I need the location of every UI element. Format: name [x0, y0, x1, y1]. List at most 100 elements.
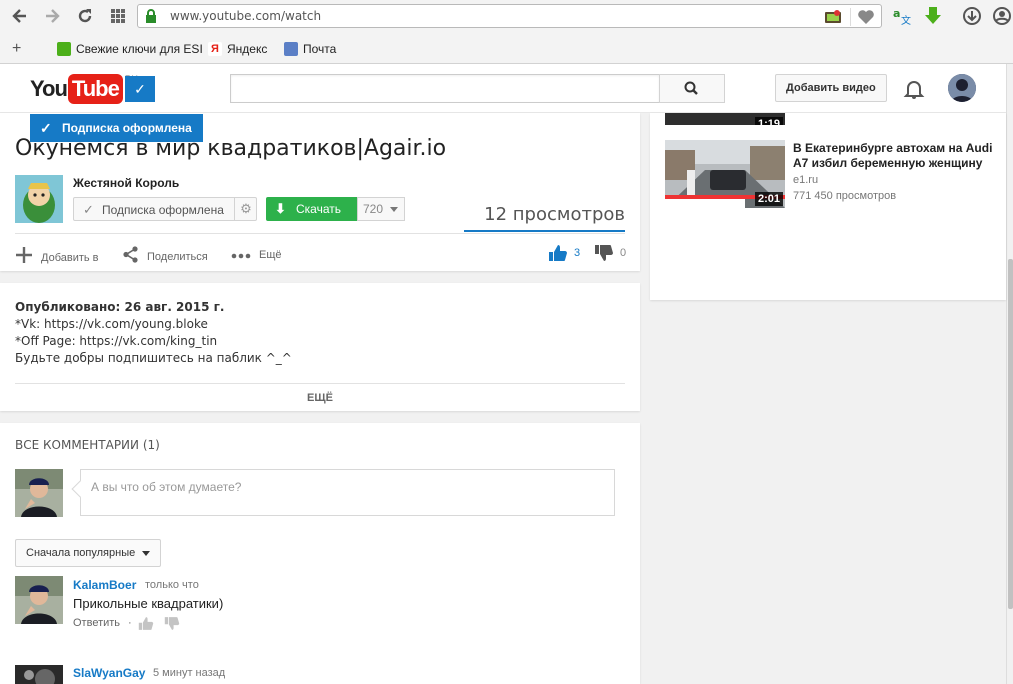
- thumbs-down-icon: [595, 245, 613, 261]
- download-button[interactable]: ⬇ Скачать: [266, 197, 357, 221]
- add-to-label: Добавить в: [41, 251, 99, 264]
- comment-placeholder: А вы что об этом думаете?: [91, 480, 242, 494]
- subscription-confirmed-tooltip: ✓ Подписка оформлена: [30, 114, 203, 142]
- like-count: 3: [574, 247, 581, 259]
- search-input[interactable]: [230, 74, 660, 103]
- current-user-avatar: [15, 469, 63, 517]
- plus-icon: [15, 246, 33, 269]
- related-video-thumbnail[interactable]: 2:01: [665, 140, 785, 208]
- bookmark-yandex[interactable]: Я Яндекс: [208, 41, 267, 57]
- related-video-views: 771 450 просмотров: [793, 190, 897, 202]
- comment-time[interactable]: только что: [145, 579, 199, 591]
- channel-avatar[interactable]: [15, 175, 63, 223]
- translate-icon[interactable]: a文: [892, 6, 912, 27]
- share-icon: [122, 246, 139, 268]
- dislike-button[interactable]: 0: [594, 244, 626, 262]
- chevron-down-icon: [142, 551, 150, 556]
- reload-icon[interactable]: [75, 6, 95, 26]
- bookmark-label: Почта: [303, 42, 337, 56]
- comment-author[interactable]: SlaWyanGay: [73, 666, 145, 680]
- video-description: Опубликовано: 26 авг. 2015 г. *Vk: https…: [15, 299, 292, 367]
- scrollbar-thumb[interactable]: [1008, 259, 1013, 609]
- related-video-channel[interactable]: e1.ru: [793, 174, 818, 186]
- sort-label: Сначала популярные: [26, 547, 136, 559]
- back-arrow-icon[interactable]: [10, 6, 30, 26]
- related-video-title[interactable]: В Екатеринбурге автохам на Audi A7 избил…: [793, 141, 998, 171]
- mail-favicon-icon: [284, 42, 298, 56]
- divider: [15, 233, 625, 234]
- forward-arrow-icon[interactable]: [42, 6, 62, 26]
- related-video-thumbnail[interactable]: 1:19: [665, 113, 785, 125]
- thumbs-down-icon[interactable]: [164, 616, 180, 634]
- bell-icon[interactable]: [903, 78, 925, 100]
- comment-author[interactable]: KalamBoer: [73, 578, 136, 592]
- bookmarks-bar: + Свежие ключи для ESI Я Яндекс Почта: [0, 33, 1013, 64]
- chevron-down-icon: [390, 207, 398, 212]
- quality-select[interactable]: 720: [357, 197, 405, 221]
- bookmark-mail[interactable]: Почта: [284, 41, 336, 57]
- tv-extension-icon[interactable]: [824, 8, 842, 26]
- search-button[interactable]: [659, 74, 725, 103]
- logo-tube-text: Tube: [67, 74, 123, 104]
- separator-dot: ·: [128, 617, 132, 629]
- comments-heading: ВСЕ КОММЕНТАРИИ (1): [15, 438, 160, 452]
- like-button[interactable]: 3: [548, 244, 580, 262]
- description-line: *Vk: https://vk.com/young.bloke: [15, 317, 208, 331]
- more-actions-button[interactable]: Ещё: [231, 246, 282, 264]
- page-scrollbar[interactable]: [1006, 64, 1013, 684]
- search-icon: [684, 81, 698, 95]
- channel-name[interactable]: Жестяной Король: [73, 176, 179, 190]
- account-icon[interactable]: [992, 6, 1012, 26]
- add-to-button[interactable]: Добавить в: [15, 246, 99, 269]
- download-arrow-icon: ⬇: [275, 201, 286, 216]
- address-bar[interactable]: www.youtube.com/watch: [137, 4, 882, 28]
- show-more-button[interactable]: ЕЩЁ: [0, 392, 640, 404]
- youtube-masthead: You Tube RU ✓ Добавить видео: [0, 64, 1006, 113]
- esi-favicon-icon: [57, 42, 71, 56]
- subscribed-label: Подписка оформлена: [102, 203, 224, 217]
- browser-toolbar: www.youtube.com/watch a文: [0, 0, 1013, 33]
- sort-comments-dropdown[interactable]: Сначала популярные: [15, 539, 161, 567]
- description-line: Будьте добры подпишитесь на паблик ^_^: [15, 351, 292, 365]
- download-manager-icon[interactable]: [962, 6, 982, 26]
- thumbs-up-icon: [549, 245, 567, 261]
- checkmark-icon: ✓: [40, 120, 52, 136]
- quality-value: 720: [363, 202, 384, 216]
- add-bookmark-icon[interactable]: +: [12, 40, 21, 57]
- add-video-button[interactable]: Добавить видео: [775, 74, 887, 102]
- url-text: www.youtube.com/watch: [170, 9, 322, 23]
- svg-text:文: 文: [901, 14, 911, 26]
- gear-icon[interactable]: ⚙: [234, 198, 257, 220]
- subscribed-button[interactable]: ✓ Подписка оформлена ⚙: [73, 197, 257, 221]
- user-avatar[interactable]: [948, 74, 976, 102]
- description-line: *Off Page: https://vk.com/king_tin: [15, 334, 218, 348]
- publish-date: Опубликовано: 26 авг. 2015 г.: [15, 300, 225, 314]
- svg-text:a: a: [893, 7, 900, 20]
- download-arrow-icon[interactable]: [923, 6, 943, 26]
- youtube-logo[interactable]: You Tube RU: [30, 74, 138, 104]
- more-label: Ещё: [259, 249, 282, 261]
- view-count: 12 просмотров: [484, 204, 625, 225]
- thumbs-up-icon[interactable]: [138, 616, 154, 634]
- share-button[interactable]: Поделиться: [122, 246, 208, 268]
- checkmark-icon[interactable]: ✓: [125, 76, 155, 102]
- bookmark-label: Яндекс: [227, 42, 268, 56]
- comment-time[interactable]: 5 минут назад: [153, 667, 225, 679]
- comment-author-avatar[interactable]: [15, 665, 63, 684]
- comment-text: Прикольные квадратики): [73, 596, 224, 611]
- tooltip-text: Подписка оформлена: [62, 121, 192, 135]
- bookmark-esi[interactable]: Свежие ключи для ESI: [57, 41, 203, 57]
- bookmark-label: Свежие ключи для ESI: [76, 42, 203, 56]
- logo-you-text: You: [30, 76, 68, 101]
- yandex-favicon-icon: Я: [208, 42, 222, 56]
- video-duration: 2:01: [754, 192, 783, 206]
- comment-author-avatar[interactable]: [15, 576, 63, 624]
- apps-grid-icon[interactable]: [108, 6, 128, 26]
- reply-button[interactable]: Ответить: [73, 617, 120, 629]
- checkmark-icon: ✓: [83, 202, 94, 217]
- heart-icon[interactable]: [850, 8, 880, 26]
- comment-input[interactable]: А вы что об этом думаете?: [71, 469, 615, 516]
- lock-icon: [145, 9, 157, 23]
- divider: [15, 383, 625, 384]
- views-underline: [464, 230, 625, 232]
